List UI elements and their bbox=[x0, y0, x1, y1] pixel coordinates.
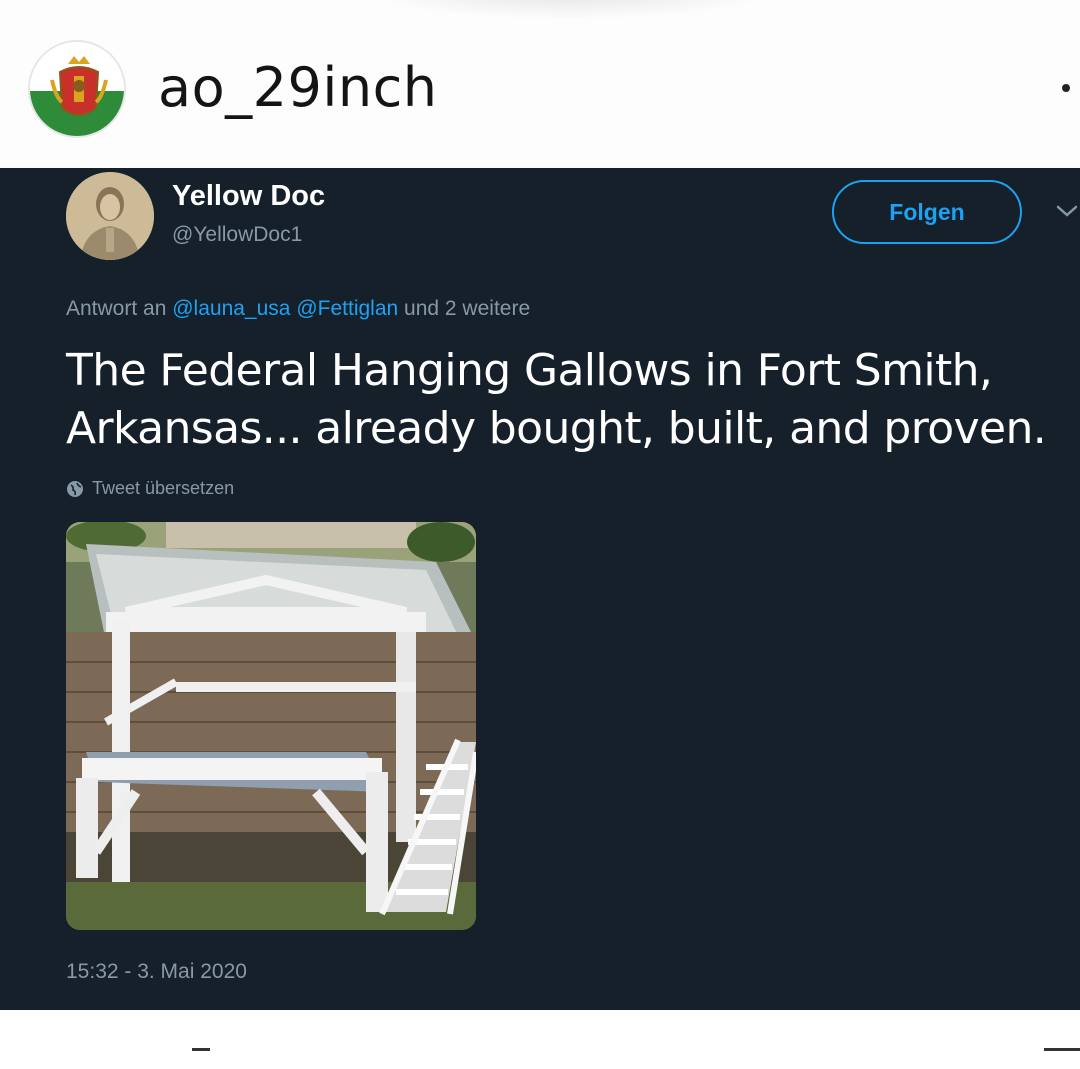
translate-tweet-link[interactable]: Tweet übersetzen bbox=[66, 478, 234, 499]
reply-mention-link[interactable]: @launa_usa bbox=[172, 297, 290, 320]
tweet-timestamp[interactable]: 15:32 - 3. Mai 2020 bbox=[66, 960, 247, 984]
chevron-down-icon[interactable] bbox=[1054, 198, 1080, 224]
gallows-photo bbox=[66, 522, 476, 930]
tweet-author-handle[interactable]: @YellowDoc1 bbox=[172, 223, 302, 247]
top-shadow bbox=[360, 0, 780, 20]
reply-mention-link[interactable]: @Fettiglan bbox=[296, 297, 398, 320]
tweet-text: The Federal Hanging Gallows in Fort Smit… bbox=[66, 345, 1047, 454]
username[interactable]: ao_29inch bbox=[158, 56, 437, 119]
tweet-author-avatar[interactable] bbox=[66, 172, 154, 260]
reply-suffix[interactable]: und 2 weitere bbox=[404, 297, 530, 320]
translate-label[interactable]: Tweet übersetzen bbox=[92, 478, 234, 499]
tweet-photo[interactable] bbox=[66, 522, 476, 930]
portrait-avatar-icon bbox=[66, 172, 154, 260]
divider-mark bbox=[192, 1048, 210, 1051]
divider-mark bbox=[1044, 1048, 1080, 1051]
reply-prefix: Antwort an bbox=[66, 297, 167, 320]
more-options-icon[interactable] bbox=[1062, 84, 1070, 92]
profile-avatar[interactable] bbox=[28, 40, 126, 138]
bottom-strip bbox=[0, 1010, 1080, 1069]
coat-of-arms-icon bbox=[30, 42, 124, 136]
globe-icon bbox=[67, 480, 83, 497]
tweet-author-name[interactable]: Yellow Doc bbox=[172, 180, 325, 213]
follow-button[interactable]: Folgen bbox=[832, 180, 1022, 244]
instagram-post-header: ao_29inch bbox=[0, 0, 1080, 170]
reply-context: Antwort an @launa_usa @Fettiglan und 2 w… bbox=[66, 297, 530, 321]
